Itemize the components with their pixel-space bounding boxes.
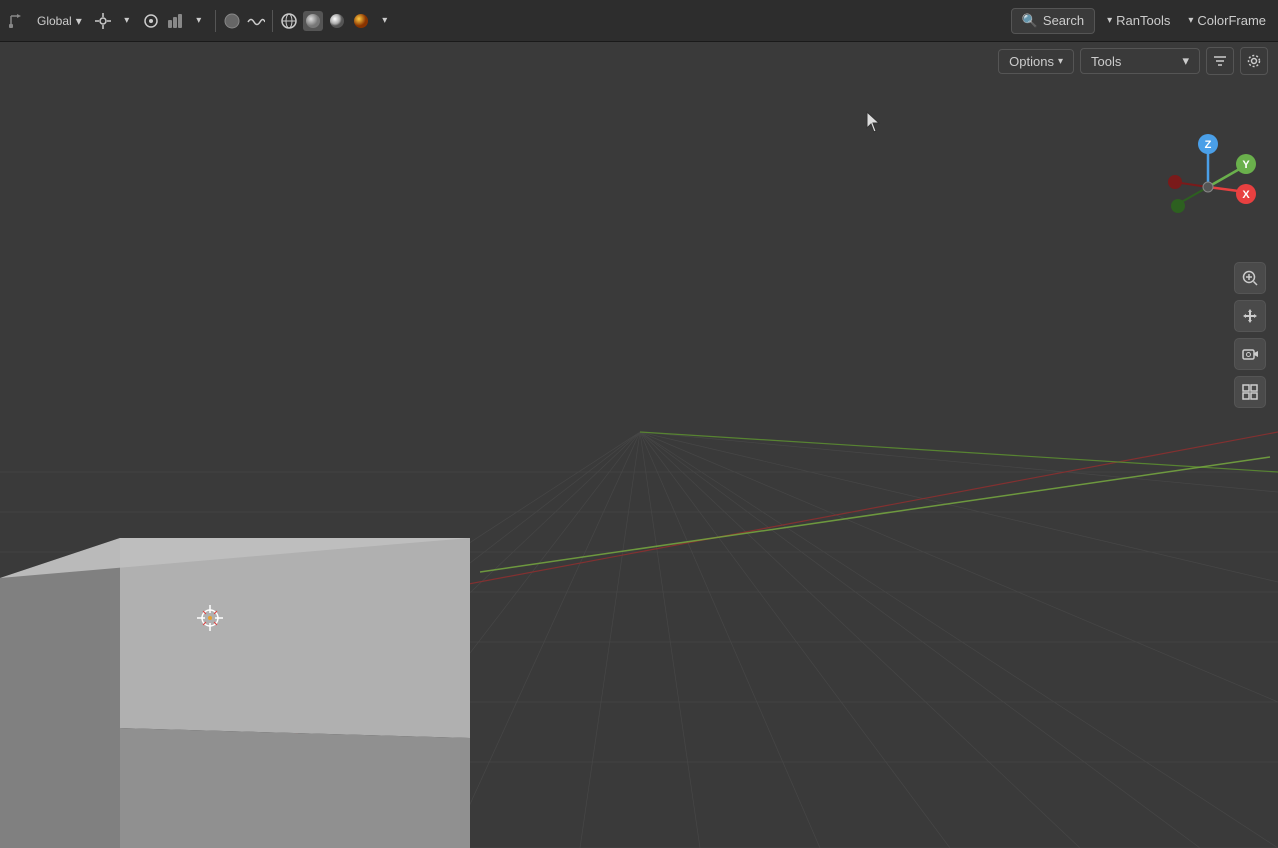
axis-orientation-widget[interactable]: Z Y X (1158, 132, 1258, 232)
svg-text:X: X (1242, 189, 1250, 201)
search-button[interactable]: 🔍 Search (1011, 8, 1095, 34)
svg-text:Z: Z (1205, 139, 1212, 151)
snap-icon[interactable] (141, 11, 161, 31)
search-label: Search (1043, 13, 1084, 28)
right-tool-panel (1234, 262, 1266, 408)
mouse-cursor (865, 110, 885, 134)
transform-mode-icon[interactable] (6, 11, 26, 31)
search-icon: 🔍 (1022, 13, 1038, 29)
ran-tools-chevron-icon: ▾ (1107, 15, 1112, 26)
proportional-edit-icon[interactable] (165, 11, 185, 31)
viewport-shading-render-icon[interactable] (351, 11, 371, 31)
tools-dropdown[interactable]: Tools ▾ (1080, 48, 1200, 74)
ran-tools-menu[interactable]: ▾ RanTools (1101, 9, 1176, 32)
chevron-down-icon: ▾ (76, 14, 82, 28)
pivot-dropdown-icon[interactable]: ▾ (117, 11, 137, 31)
viewport-shading-wire-icon[interactable] (279, 11, 299, 31)
shading-dropdown-icon[interactable]: ▾ (375, 11, 395, 31)
camera-view-button[interactable] (1234, 338, 1266, 370)
viewport-shading-solid-icon[interactable] (303, 11, 323, 31)
pivot-point-icon[interactable] (93, 11, 113, 31)
tools-label: Tools (1091, 54, 1121, 69)
color-frame-chevron-icon: ▾ (1188, 15, 1193, 26)
separator-2 (272, 10, 273, 32)
pan-button[interactable] (1234, 300, 1266, 332)
color-frame-label: ColorFrame (1197, 13, 1266, 28)
svg-text:Y: Y (1242, 159, 1250, 171)
right-toolbar-group: 🔍 Search ▾ RanTools ▾ ColorFrame (1011, 8, 1272, 34)
color-frame-menu[interactable]: ▾ ColorFrame (1182, 9, 1272, 32)
options-label: Options (1009, 54, 1054, 69)
filter-button[interactable] (1206, 47, 1234, 75)
shading-dot-icon[interactable] (222, 11, 242, 31)
tools-chevron-icon: ▾ (1182, 53, 1189, 69)
settings-button[interactable] (1240, 47, 1268, 75)
separator-1 (215, 10, 216, 32)
second-toolbar: Options ▾ Tools ▾ (988, 42, 1278, 80)
options-chevron-icon: ▾ (1058, 56, 1063, 67)
options-button[interactable]: Options ▾ (998, 49, 1074, 74)
wave-icon[interactable] (246, 11, 266, 31)
3d-viewport[interactable]: Z Y X (0, 42, 1278, 848)
top-toolbar: Global ▾ ▾ ▾ (0, 0, 1278, 42)
zoom-in-button[interactable] (1234, 262, 1266, 294)
3d-cube (0, 348, 480, 848)
proportional-dropdown-icon[interactable]: ▾ (189, 11, 209, 31)
ran-tools-label: RanTools (1116, 13, 1170, 28)
transform-orientation-button[interactable]: Global ▾ (30, 10, 89, 32)
viewport-shading-material-icon[interactable] (327, 11, 347, 31)
view-mode-button[interactable] (1234, 376, 1266, 408)
object-origin (195, 603, 225, 633)
